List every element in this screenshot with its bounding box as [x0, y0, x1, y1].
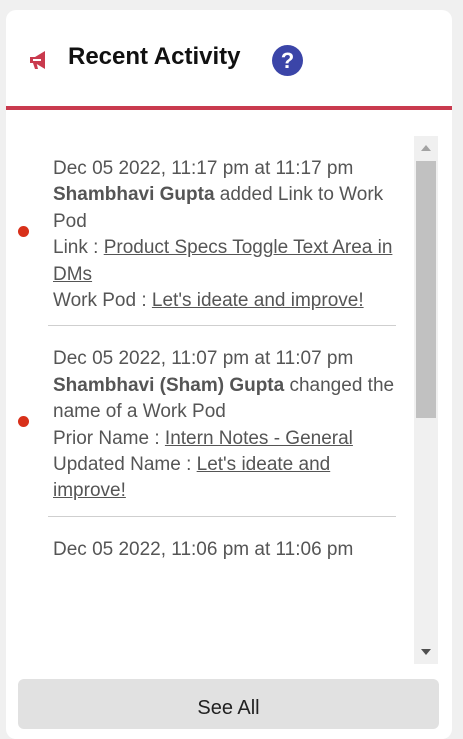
link-product-specs[interactable]: Product Specs Toggle Text Area in DMs — [53, 237, 392, 284]
link-prior-name[interactable]: Intern Notes - General — [165, 428, 353, 449]
activity-detail: Prior Name : Intern Notes - General — [53, 426, 396, 452]
activity-timestamp: Dec 05 2022, 11:17 pm at 11:17 pm — [53, 158, 354, 179]
activity-actor: Shambhavi (Sham) Gupta — [53, 374, 285, 396]
link-work-pod[interactable]: Let's ideate and improve! — [152, 290, 364, 311]
scroll-up-arrow-icon[interactable] — [421, 145, 431, 151]
scroll-down-arrow-icon[interactable] — [421, 649, 431, 655]
detail-label: Link : — [53, 237, 104, 259]
scrollbar-thumb[interactable] — [416, 161, 436, 418]
activity-description: Shambhavi Gupta added Link to Work Pod — [53, 182, 396, 235]
activity-timestamp: Dec 05 2022, 11:06 pm at 11:06 pm — [53, 538, 354, 560]
detail-label: Work Pod : — [53, 290, 152, 312]
recent-activity-card: Recent Activity ? Dec 05 2022, 11:17 pm … — [6, 10, 452, 739]
bullet-dot-icon — [18, 225, 29, 237]
activity-item: Dec 05 2022, 11:07 pm at 11:07 pm Shambh… — [18, 326, 396, 517]
activity-detail: Link : Product Specs Toggle Text Area in… — [53, 235, 396, 288]
help-icon[interactable]: ? — [272, 45, 303, 76]
activity-item: Dec 05 2022, 11:17 pm at 11:17 pm Shambh… — [18, 136, 396, 327]
see-all-button[interactable]: See All — [18, 679, 439, 729]
bullet-dot-icon — [18, 416, 29, 428]
scrollbar[interactable] — [414, 136, 438, 664]
activity-detail: Updated Name : Let's ideate and improve! — [53, 452, 396, 505]
detail-label: Prior Name : — [53, 427, 165, 449]
activity-detail: Work Pod : Let's ideate and improve! — [53, 288, 396, 314]
card-header: Recent Activity ? — [6, 10, 452, 110]
detail-label: Updated Name : — [53, 454, 197, 476]
activity-item: Dec 05 2022, 11:06 pm at 11:06 pm — [48, 517, 396, 574]
page-title: Recent Activity — [68, 43, 241, 70]
activity-feed[interactable]: Dec 05 2022, 11:17 pm at 11:17 pm Shambh… — [6, 136, 414, 664]
activity-actor: Shambhavi Gupta — [53, 184, 215, 206]
activity-description: Shambhavi (Sham) Gupta changed the name … — [53, 373, 396, 426]
megaphone-icon — [30, 51, 45, 69]
activity-timestamp: Dec 05 2022, 11:07 pm at 11:07 pm — [53, 348, 354, 370]
